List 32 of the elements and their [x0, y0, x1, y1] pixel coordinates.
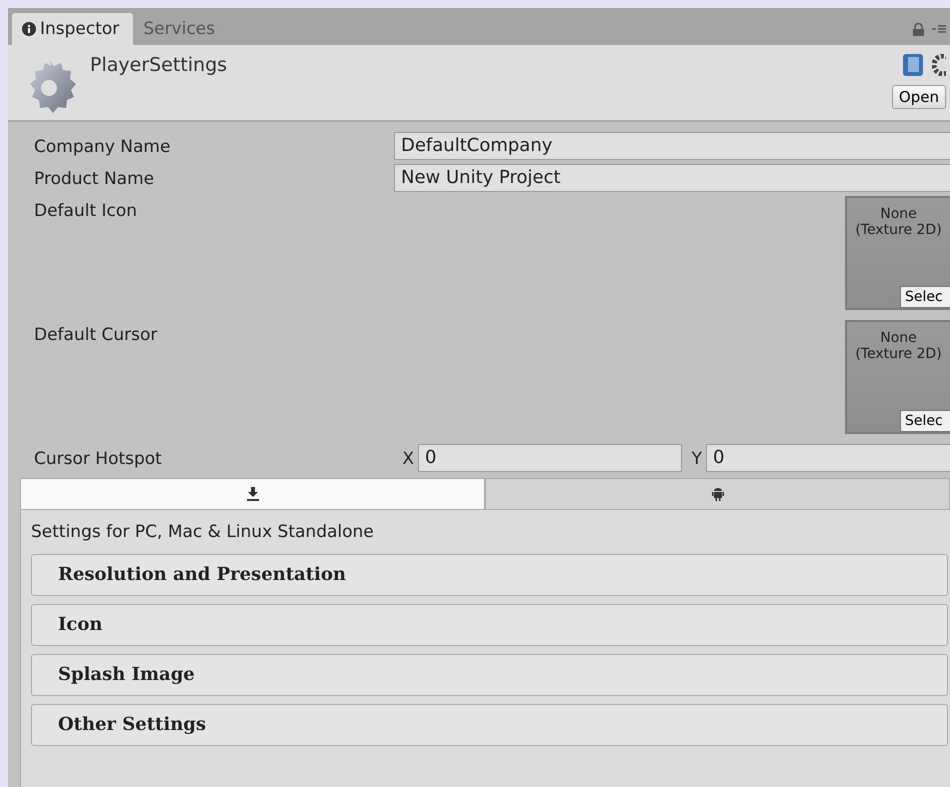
number-field[interactable]: 0: [418, 444, 682, 472]
field-label: Cursor Hotspot: [34, 448, 163, 471]
field-label: Company Name: [34, 136, 172, 159]
number-field[interactable]: 0: [706, 444, 950, 472]
section-header[interactable]: Other Settings: [31, 704, 948, 746]
download-icon: [246, 487, 258, 501]
panel-tab[interactable]: Inspector: [12, 13, 134, 45]
section-header[interactable]: Splash Image: [31, 654, 948, 696]
book-icon[interactable]: [902, 53, 924, 77]
texture-preview-text: None (Texture 2D): [855, 206, 942, 238]
axis-label: X: [401, 448, 415, 471]
text-field[interactable]: New Unity Project: [394, 164, 950, 192]
lock-icon[interactable]: [913, 22, 924, 36]
menu-icon[interactable]: [932, 24, 946, 34]
field-label: Product Name: [34, 168, 156, 191]
texture-slot[interactable]: None (Texture 2D) Selec: [845, 196, 950, 310]
select-button[interactable]: Selec: [900, 410, 950, 432]
field-label: Default Icon: [34, 200, 138, 223]
texture-slot[interactable]: None (Texture 2D) Selec: [845, 320, 950, 434]
section-header[interactable]: Icon: [31, 604, 948, 646]
platform-tab[interactable]: [20, 478, 485, 510]
texture-preview-text: None (Texture 2D): [855, 330, 942, 362]
android-icon: [712, 487, 724, 501]
field-label: Default Cursor: [34, 324, 158, 347]
platform-label: Settings for PC, Mac & Linux Standalone: [31, 521, 375, 544]
asset-title: PlayerSettings: [90, 53, 228, 78]
info-icon: [22, 22, 36, 36]
select-button[interactable]: Selec: [900, 286, 950, 308]
axis-label: Y: [690, 448, 703, 471]
text-field[interactable]: DefaultCompany: [394, 132, 950, 160]
section-header[interactable]: Resolution and Presentation: [31, 554, 948, 596]
open-button[interactable]: Open: [892, 85, 946, 109]
